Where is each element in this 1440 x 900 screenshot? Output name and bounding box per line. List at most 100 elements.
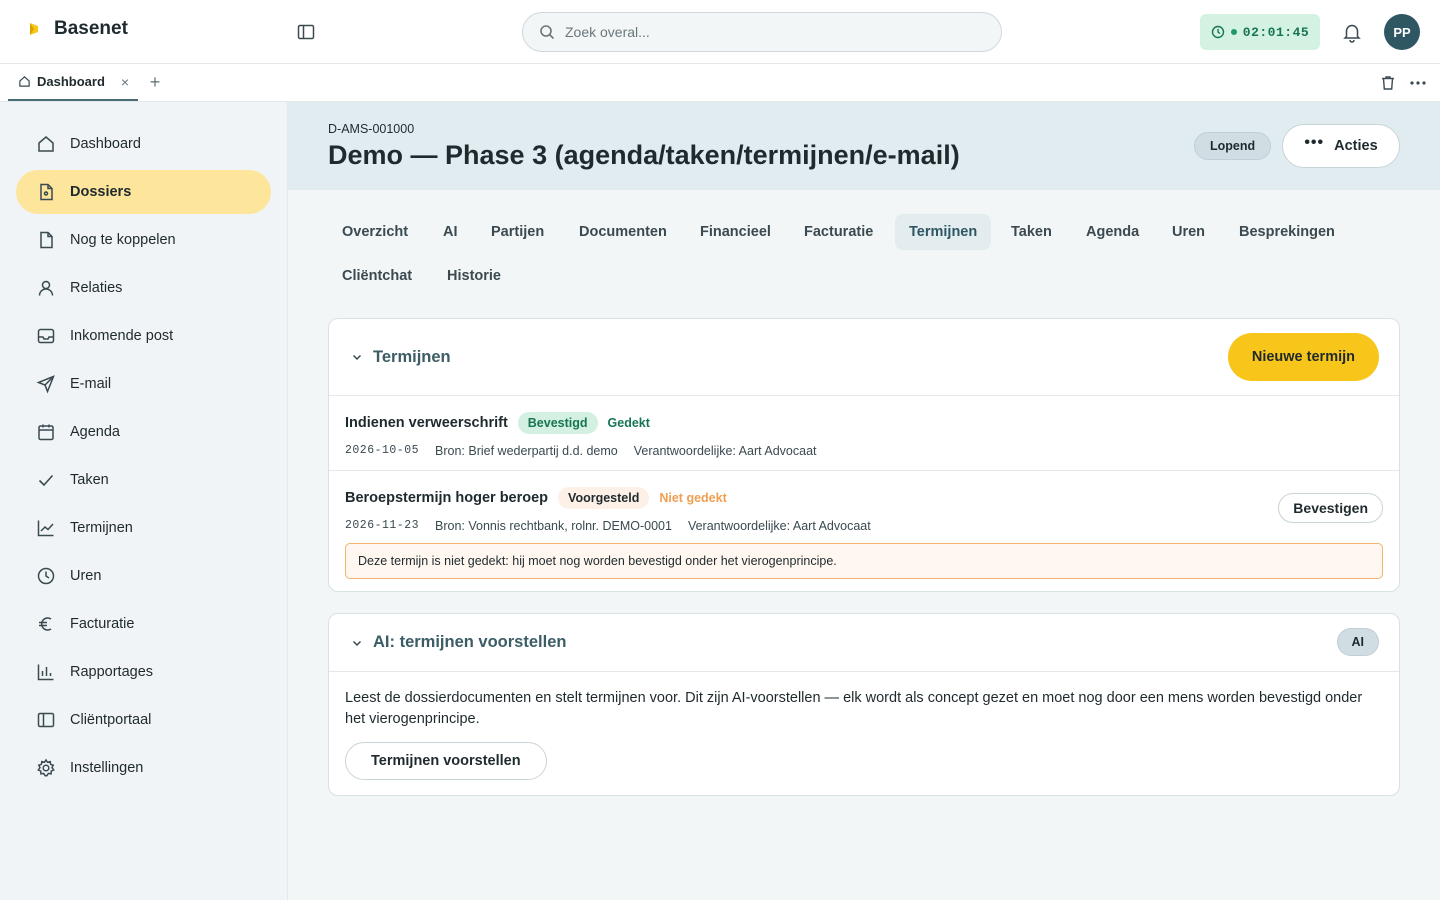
bar-chart-icon xyxy=(37,664,54,681)
more-options-icon[interactable] xyxy=(1408,74,1428,92)
status-badge: Voorgesteld xyxy=(558,487,650,509)
brand[interactable]: Basenet xyxy=(24,18,128,40)
tab-historie[interactable]: Historie xyxy=(433,258,515,294)
check-icon xyxy=(38,474,54,487)
user-avatar[interactable]: PP xyxy=(1384,14,1420,50)
sidebar-item-label: Dashboard xyxy=(70,136,141,152)
sidebar-item-agenda[interactable]: Agenda xyxy=(16,410,271,454)
euro-icon xyxy=(39,617,52,631)
sidebar-item-label: E-mail xyxy=(70,376,112,392)
tab-label: Dashboard xyxy=(37,74,105,89)
tab-facturatie[interactable]: Facturatie xyxy=(790,214,887,250)
inbox-icon xyxy=(37,328,55,344)
tab-documenten[interactable]: Documenten xyxy=(565,214,681,250)
sidebar-item-nog-te-koppelen[interactable]: Nog te koppelen xyxy=(16,218,271,262)
time-tracker[interactable]: 02:01:45 xyxy=(1200,14,1320,50)
ai-badge: AI xyxy=(1336,628,1379,656)
sidebar-item-label: Relaties xyxy=(70,280,123,296)
sidebar-item-clientportaal[interactable]: Cliëntportaal xyxy=(16,698,271,742)
card-title: Termijnen xyxy=(373,347,451,366)
basenet-logo-icon xyxy=(24,19,44,39)
actions-label: Acties xyxy=(1334,138,1378,154)
tab-financieel[interactable]: Financieel xyxy=(686,214,785,250)
sidebar-item-facturatie[interactable]: Facturatie xyxy=(16,602,271,646)
suggest-deadlines-button[interactable]: Termijnen voorstellen xyxy=(345,742,547,780)
page-title: Demo — Phase 3 (agenda/taken/termijnen/e… xyxy=(328,140,960,170)
app-name: Basenet xyxy=(54,18,128,39)
warning-message: Deze termijn is niet gedekt: hij moet no… xyxy=(345,543,1383,579)
clock-icon xyxy=(37,567,55,585)
global-search[interactable] xyxy=(522,12,1002,52)
status-badge: Bevestigd xyxy=(517,412,598,434)
sidebar-item-label: Instellingen xyxy=(70,760,144,776)
card-title: AI: termijnen voorstellen xyxy=(373,633,567,651)
user-icon xyxy=(38,280,54,296)
timer-running-dot xyxy=(1230,29,1237,35)
sidebar-item-taken[interactable]: Taken xyxy=(16,458,271,502)
chart-line-icon xyxy=(37,520,54,537)
tab-ai[interactable]: AI xyxy=(429,214,472,250)
sidebar-item-inkomende-post[interactable]: Inkomende post xyxy=(16,314,271,358)
close-tab-icon[interactable]: × xyxy=(121,74,129,90)
deadline-responsible: Verantwoordelijke: Aart Advocaat xyxy=(633,444,817,458)
sidebar-item-e-mail[interactable]: E-mail xyxy=(16,362,271,406)
notifications-bell-icon[interactable] xyxy=(1341,21,1363,43)
sidebar-item-label: Facturatie xyxy=(70,616,135,632)
ai-suggest-card: AI: termijnen voorstellen AI Leest de do… xyxy=(328,613,1400,796)
sidebar-item-label: Nog te koppelen xyxy=(70,232,176,248)
panel-icon xyxy=(37,712,55,728)
sidebar-item-rapportages[interactable]: Rapportages xyxy=(16,650,271,694)
chevron-down-icon[interactable] xyxy=(351,351,363,363)
home-icon xyxy=(19,76,30,87)
send-icon xyxy=(36,375,55,394)
sidebar-item-label: Rapportages xyxy=(70,664,154,680)
tab-dashboard[interactable]: Dashboard × xyxy=(8,64,138,101)
confirm-button[interactable]: Bevestigen xyxy=(1278,493,1383,523)
deadline-source: Bron: Brief wederpartij d.d. demo xyxy=(435,444,618,458)
coverage-status: Niet gedekt xyxy=(659,491,727,505)
deadline-source: Bron: Vonnis rechtbank, rolnr. DEMO-0001 xyxy=(435,519,672,533)
tab-clientchat[interactable]: Cliëntchat xyxy=(328,258,426,294)
tab-besprekingen[interactable]: Besprekingen xyxy=(1225,214,1349,250)
deadline-title: Indienen verweerschrift xyxy=(345,415,508,431)
sidebar-item-label: Uren xyxy=(70,568,102,584)
tab-uren[interactable]: Uren xyxy=(1158,214,1219,250)
file-icon xyxy=(40,183,53,201)
clock-icon xyxy=(1211,25,1224,39)
search-input[interactable] xyxy=(565,24,965,40)
home-icon xyxy=(38,136,54,152)
section-tabs: Overzicht AI Partijen Documenten Financi… xyxy=(328,214,1400,296)
sidebar-item-dossiers[interactable]: Dossiers xyxy=(16,170,271,214)
deadline-responsible: Verantwoordelijke: Aart Advocaat xyxy=(687,519,871,533)
new-deadline-button[interactable]: Nieuwe termijn xyxy=(1227,333,1379,381)
case-header: D-AMS-001000 Demo — Phase 3 (agenda/take… xyxy=(288,102,1440,190)
tab-partijen[interactable]: Partijen xyxy=(477,214,558,250)
deadline-date: 2026-11-23 xyxy=(345,519,420,532)
list-item: Beroepstermijn hoger beroep Voorgesteld … xyxy=(329,471,1399,591)
deadline-date: 2026-10-05 xyxy=(345,444,420,457)
tab-overzicht[interactable]: Overzicht xyxy=(328,214,422,250)
tab-agenda[interactable]: Agenda xyxy=(1072,214,1153,250)
sidebar-item-instellingen[interactable]: Instellingen xyxy=(16,746,271,790)
ai-card-header[interactable]: AI: termijnen voorstellen AI xyxy=(329,614,1399,672)
coverage-status: Gedekt xyxy=(607,416,650,430)
sidebar-item-label: Agenda xyxy=(70,424,120,440)
sidebar-item-dashboard[interactable]: Dashboard xyxy=(16,122,271,166)
tab-termijnen[interactable]: Termijnen xyxy=(895,214,992,250)
case-id: D-AMS-001000 xyxy=(328,122,415,136)
timer-value: 02:01:45 xyxy=(1242,24,1310,40)
sidebar-item-relaties[interactable]: Relaties xyxy=(16,266,271,310)
sidebar-item-termijnen[interactable]: Termijnen xyxy=(16,506,271,550)
actions-button[interactable]: ••• Acties xyxy=(1282,124,1400,168)
chevron-down-icon[interactable] xyxy=(351,637,363,649)
termijnen-card-header[interactable]: Termijnen Nieuwe termijn xyxy=(329,319,1399,396)
ai-description: Leest de dossierdocumenten en stelt term… xyxy=(345,690,1363,727)
trash-icon[interactable] xyxy=(1379,74,1397,92)
sidebar-item-label: Dossiers xyxy=(70,184,132,200)
sidebar-toggle-icon[interactable] xyxy=(296,22,316,42)
add-tab-icon[interactable]: + xyxy=(146,72,164,92)
sidebar-item-uren[interactable]: Uren xyxy=(16,554,271,598)
list-item: Indienen verweerschrift Bevestigd Gedekt… xyxy=(329,396,1399,471)
sidebar-item-label: Taken xyxy=(70,472,109,488)
tab-taken[interactable]: Taken xyxy=(997,214,1066,250)
